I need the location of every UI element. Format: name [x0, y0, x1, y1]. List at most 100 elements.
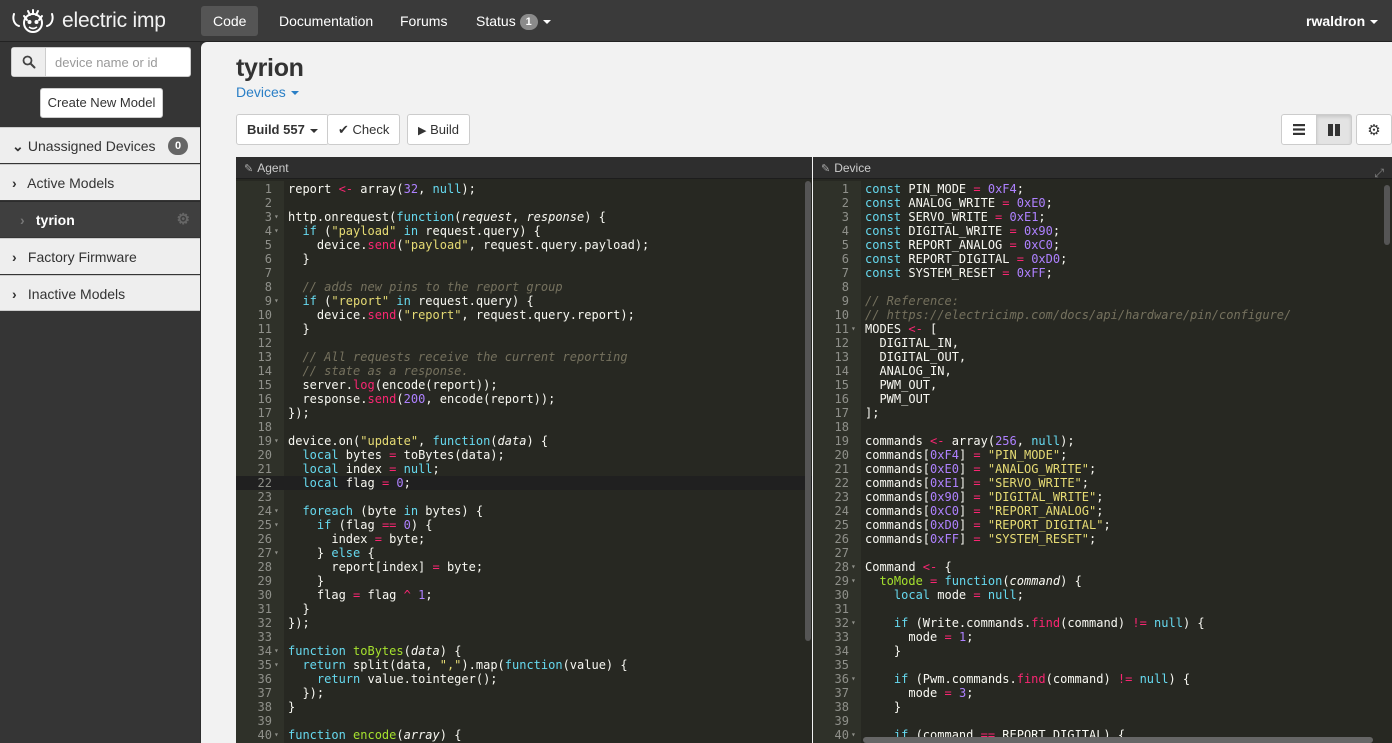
agent-code-editor[interactable]: ✎ Agent 1 report <- array(32, null); 2 3 ▾ htt… [236, 157, 812, 743]
code-line[interactable]: 27 ▾ } else { [236, 546, 812, 560]
code-line[interactable]: 10 // https://electricimp.com/docs/api/ha… [813, 308, 1392, 322]
fold-arrow-icon[interactable]: ▾ [274, 546, 279, 560]
code-line[interactable]: 9 ▾ if ("report" in request.query) { [236, 294, 812, 308]
code-line[interactable]: 7 const SYSTEM_RESET = 0xFF; [813, 266, 1392, 280]
code-line[interactable]: 17}); [236, 406, 812, 420]
nav-documentation[interactable]: Documentation [267, 6, 385, 36]
code-line[interactable]: 11 } [236, 322, 812, 336]
code-line[interactable]: 38} [236, 700, 812, 714]
code-line[interactable]: 1 report <- array(32, null); [236, 182, 812, 196]
single-pane-view-button[interactable] [1281, 114, 1317, 145]
code-line[interactable]: 30 flag = flag ^ 1; [236, 588, 812, 602]
code-line[interactable]: 23 commands[0x90] = "DIGITAL_WRITE"; [813, 490, 1392, 504]
fold-arrow-icon[interactable]: ▾ [851, 672, 856, 686]
code-line[interactable]: 19 commands <- array(256, null); [813, 434, 1392, 448]
code-line[interactable]: 26 commands[0xFF] = "SYSTEM_RESET"; [813, 532, 1392, 546]
code-line[interactable]: 7 [236, 266, 812, 280]
code-line[interactable]: 30 local mode = null; [813, 588, 1392, 602]
fold-arrow-icon[interactable]: ▾ [851, 728, 856, 742]
code-line[interactable]: 27 [813, 546, 1392, 560]
nav-forums[interactable]: Forums [388, 6, 459, 36]
check-button[interactable]: ✔ Check [327, 114, 401, 145]
code-line[interactable]: 28 ▾ Command <- { [813, 560, 1392, 574]
code-line[interactable]: 3 const SERVO_WRITE = 0xE1; [813, 210, 1392, 224]
code-line[interactable]: 12 DIGITAL_IN, [813, 336, 1392, 350]
code-line[interactable]: 24 ▾ foreach (byte in bytes) { [236, 504, 812, 518]
code-line[interactable]: 20 local bytes = toBytes(data); [236, 448, 812, 462]
code-line[interactable]: 14 ANALOG_IN, [813, 364, 1392, 378]
code-line[interactable]: 23 [236, 490, 812, 504]
code-line[interactable]: 31 [813, 602, 1392, 616]
settings-button[interactable]: ⚙ [1356, 114, 1392, 145]
code-line[interactable]: 8 [813, 280, 1392, 294]
fold-arrow-icon[interactable]: ▾ [851, 616, 856, 630]
fold-arrow-icon[interactable]: ▾ [851, 560, 856, 574]
fold-arrow-icon[interactable]: ▾ [274, 728, 279, 742]
agent-code-area[interactable]: 1 report <- array(32, null); 2 3 ▾ http.onreq… [236, 181, 812, 743]
code-line[interactable]: 6 const REPORT_DIGITAL = 0xD0; [813, 252, 1392, 266]
code-line[interactable]: 1 const PIN_MODE = 0xF4; [813, 182, 1392, 196]
fold-arrow-icon[interactable]: ▾ [274, 644, 279, 658]
code-line[interactable]: 33 [236, 630, 812, 644]
code-line[interactable]: 2 const ANALOG_WRITE = 0xE0; [813, 196, 1392, 210]
code-line[interactable]: 37 mode = 3; [813, 686, 1392, 700]
code-line[interactable]: 34 } [813, 644, 1392, 658]
sidebar-item-unassigned-devices[interactable]: ⌄ Unassigned Devices 0 [0, 127, 200, 163]
code-line[interactable]: 3 ▾ http.onrequest(function(request, respo… [236, 210, 812, 224]
devices-dropdown[interactable]: Devices [236, 84, 299, 100]
code-line[interactable]: 25 commands[0xD0] = "REPORT_DIGITAL"; [813, 518, 1392, 532]
code-line[interactable]: 29 } [236, 574, 812, 588]
code-line[interactable]: 36 ▾ if (Pwm.commands.find(command) != nu… [813, 672, 1392, 686]
vertical-scrollbar[interactable] [1384, 185, 1390, 245]
code-line[interactable]: 14 // state as a response. [236, 364, 812, 378]
code-line[interactable]: 20 commands[0xF4] = "PIN_MODE"; [813, 448, 1392, 462]
code-line[interactable]: 12 [236, 336, 812, 350]
code-line[interactable]: 6 } [236, 252, 812, 266]
sidebar-item-active-models[interactable]: › Active Models [0, 164, 200, 200]
code-line[interactable]: 13 DIGITAL_OUT, [813, 350, 1392, 364]
code-line[interactable]: 4 const DIGITAL_WRITE = 0x90; [813, 224, 1392, 238]
code-line[interactable]: 9 // Reference: [813, 294, 1392, 308]
sidebar-item-tyrion[interactable]: › tyrion ⚙ [0, 201, 200, 237]
code-line[interactable]: 32}); [236, 616, 812, 630]
build-version-dropdown[interactable]: Build 557 [236, 114, 329, 145]
code-line[interactable]: 24 commands[0xC0] = "REPORT_ANALOG"; [813, 504, 1392, 518]
build-button[interactable]: ▶ Build [407, 114, 471, 145]
code-line[interactable]: 18 [236, 420, 812, 434]
nav-code[interactable]: Code [201, 6, 259, 36]
code-line[interactable]: 17]; [813, 406, 1392, 420]
code-line[interactable]: 18 [813, 420, 1392, 434]
code-line[interactable]: 31 } [236, 602, 812, 616]
code-line[interactable]: 35 [813, 658, 1392, 672]
code-line[interactable]: 25 ▾ if (flag == 0) { [236, 518, 812, 532]
create-new-model-button[interactable]: Create New Model [40, 88, 163, 118]
nav-status-dropdown[interactable]: Status 1 [464, 6, 563, 36]
fold-arrow-icon[interactable]: ▾ [851, 322, 856, 336]
code-line[interactable]: 39 [236, 714, 812, 728]
code-line[interactable]: 21 commands[0xE0] = "ANALOG_WRITE"; [813, 462, 1392, 476]
code-line[interactable]: 28 report[index] = byte; [236, 560, 812, 574]
code-line[interactable]: 36 return value.tointeger(); [236, 672, 812, 686]
split-view-button[interactable] [1316, 114, 1352, 145]
fold-arrow-icon[interactable]: ▾ [274, 658, 279, 672]
code-line[interactable]: 32 ▾ if (Write.commands.find(command) != … [813, 616, 1392, 630]
fold-arrow-icon[interactable]: ▾ [274, 518, 279, 532]
code-line[interactable]: 38 } [813, 700, 1392, 714]
code-line[interactable]: 5 const REPORT_ANALOG = 0xC0; [813, 238, 1392, 252]
code-line[interactable]: 5 device.send("payload", request.query.p… [236, 238, 812, 252]
user-menu[interactable]: rwaldron [1294, 6, 1390, 36]
code-line[interactable]: 16 PWM_OUT [813, 392, 1392, 406]
fold-arrow-icon[interactable]: ▾ [274, 504, 279, 518]
device-code-area[interactable]: 1 const PIN_MODE = 0xF4; 2 const ANALOG_WRI… [813, 181, 1392, 743]
code-line[interactable]: 40 ▾ function encode(array) { [236, 728, 812, 742]
sidebar-item-factory-firmware[interactable]: › Factory Firmware [0, 238, 200, 274]
code-line[interactable]: 34 ▾ function toBytes(data) { [236, 644, 812, 658]
search-icon[interactable] [12, 48, 46, 76]
code-line[interactable]: 2 [236, 196, 812, 210]
code-line[interactable]: 16 response.send(200, encode(report)); [236, 392, 812, 406]
code-line[interactable]: 19 ▾ device.on("update", function(data) { [236, 434, 812, 448]
code-line[interactable]: 15 PWM_OUT, [813, 378, 1392, 392]
horizontal-scrollbar[interactable] [863, 737, 1373, 743]
code-line[interactable]: 22 commands[0xE1] = "SERVO_WRITE"; [813, 476, 1392, 490]
fold-arrow-icon[interactable]: ▾ [274, 224, 279, 238]
